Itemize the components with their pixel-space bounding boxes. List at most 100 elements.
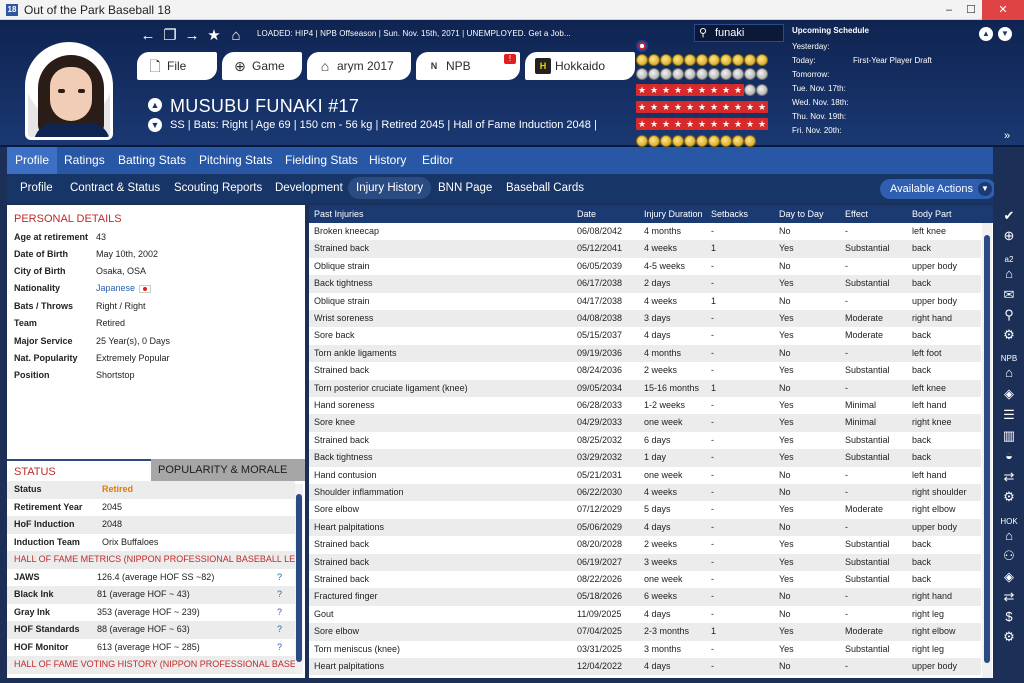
home-icon[interactable]: ⌂: [225, 27, 247, 44]
help-link[interactable]: ?: [277, 572, 282, 582]
gear-icon[interactable]: ⚙: [999, 628, 1019, 646]
gear-icon[interactable]: ⚙: [999, 326, 1019, 344]
col-header-injury[interactable]: Past Injuries: [314, 209, 364, 219]
table-row[interactable]: Strained back 08/24/2036 2 weeks - Yes Substa…: [309, 362, 981, 379]
col-header-effect[interactable]: Effect: [845, 209, 868, 219]
table-row[interactable]: Strained back 08/20/2028 2 weeks - Yes Substa…: [309, 536, 981, 553]
tab-popularity-morale[interactable]: POPULARITY & MORALE: [151, 459, 305, 481]
tab-pitching-stats[interactable]: Pitching Stats: [191, 147, 280, 174]
schedule-down-button[interactable]: ▼: [998, 27, 1012, 41]
star-icon[interactable]: ★: [203, 26, 225, 44]
bar-chart-icon[interactable]: ▥: [999, 427, 1019, 445]
league-button[interactable]: ⌂ arym 2017: [307, 52, 411, 80]
subtab-baseball-cards[interactable]: Baseball Cards: [498, 177, 592, 199]
subtab-development[interactable]: Development: [267, 177, 351, 199]
table-row[interactable]: Strained back 05/12/2041 4 weeks 1 Yes Substa…: [309, 240, 981, 258]
table-scrollbar[interactable]: [982, 223, 992, 678]
help-link[interactable]: ?: [277, 624, 282, 634]
gear-icon[interactable]: ⚙: [999, 488, 1019, 506]
col-header-setbacks[interactable]: Setbacks: [711, 209, 748, 219]
subtab-contract-status[interactable]: Contract & Status: [62, 177, 168, 199]
search-input[interactable]: ⚲ funaki: [694, 24, 784, 42]
subtab-injury-history[interactable]: Injury History: [348, 177, 432, 199]
game-button[interactable]: ⊕ Game: [222, 52, 302, 80]
team-button[interactable]: H Hokkaido Nip...: [525, 52, 635, 80]
col-header-day-to-day[interactable]: Day to Day: [779, 209, 824, 219]
file-button[interactable]: 🗋 File: [137, 52, 217, 80]
game-button-label: Game: [252, 59, 285, 73]
document-icon[interactable]: ☰: [999, 406, 1019, 424]
globe-icon[interactable]: ⊕: [999, 227, 1019, 245]
schedule-up-button[interactable]: ▲: [979, 27, 993, 41]
tab-ratings[interactable]: Ratings: [56, 147, 113, 174]
subtab-profile[interactable]: Profile: [12, 177, 61, 199]
back-arrow-icon[interactable]: ←: [137, 27, 159, 44]
available-actions-dropdown[interactable]: Available Actions ▼: [880, 179, 996, 199]
table-row[interactable]: Strained back 08/25/2032 6 days - Yes Substan…: [309, 432, 981, 449]
table-row[interactable]: Heart palpitations 12/04/2022 4 days - No - up…: [309, 658, 981, 676]
table-row[interactable]: Oblique strain 04/17/2038 4 weeks 1 No - upper…: [309, 293, 981, 310]
prev-player-button[interactable]: ▲: [148, 98, 162, 112]
table-row[interactable]: Torn ankle ligaments 09/19/2036 4 months - N…: [309, 344, 981, 363]
nationality-link[interactable]: Japanese: [96, 283, 152, 293]
table-row[interactable]: Heart palpitations 05/06/2029 4 days - No - up…: [309, 518, 981, 537]
table-row[interactable]: Shoulder inflammation 06/22/2030 4 weeks - N…: [309, 484, 981, 502]
expand-icon[interactable]: »: [1004, 130, 1010, 142]
next-player-button[interactable]: ▼: [148, 118, 162, 132]
subtab-bnn-page[interactable]: BNN Page: [430, 177, 500, 199]
table-row[interactable]: Strained back 06/19/2027 3 weeks - Yes Substa…: [309, 553, 981, 571]
tab-editor[interactable]: Editor: [414, 147, 461, 174]
pages-icon[interactable]: ❐: [159, 26, 181, 44]
table-row[interactable]: Sore knee 04/29/2033 one week - Yes Minimal ri…: [309, 414, 981, 432]
baseball-icon[interactable]: ◒: [999, 447, 1019, 465]
tab-history[interactable]: History: [361, 147, 414, 174]
col-header-duration[interactable]: Injury Duration: [644, 209, 703, 219]
table-row[interactable]: Wrist soreness 04/08/2038 3 days - Yes Modera…: [309, 310, 981, 328]
table-row[interactable]: Strained back 08/22/2026 one week - Yes Subst…: [309, 571, 981, 588]
check-icon[interactable]: ✔: [999, 207, 1019, 225]
table-row[interactable]: Sore elbow 07/12/2029 5 days - Yes Moderate ri…: [309, 501, 981, 518]
help-link[interactable]: ?: [277, 589, 282, 599]
status-scrollbar[interactable]: [295, 484, 303, 674]
help-link[interactable]: ?: [277, 607, 282, 617]
table-row[interactable]: Gout 11/09/2025 4 days - No - right leg: [309, 606, 981, 623]
close-button[interactable]: ✕: [982, 0, 1024, 20]
schedule-day: Wed. Nov. 18th:: [792, 98, 849, 107]
injury-duration: 4 weeks: [644, 243, 678, 254]
table-row[interactable]: Back tightness 06/17/2038 2 days - Yes Substa…: [309, 275, 981, 293]
col-header-body-part[interactable]: Body Part: [912, 209, 952, 219]
transfer-icon[interactable]: ⇄: [999, 588, 1019, 606]
table-row[interactable]: Oblique strain 06/05/2039 4-5 weeks - No - upp…: [309, 258, 981, 275]
table-row[interactable]: Torn posterior cruciate ligament (knee) 0…: [309, 379, 981, 397]
home-icon[interactable]: ⌂: [999, 364, 1019, 382]
transfer-icon[interactable]: ⇄: [999, 468, 1019, 486]
col-header-date[interactable]: Date: [577, 209, 596, 219]
shield-icon[interactable]: ◈: [999, 385, 1019, 403]
home-icon[interactable]: ⌂: [999, 527, 1019, 545]
table-row[interactable]: Sore back 05/15/2037 4 days - Yes Moderate bac…: [309, 327, 981, 344]
forward-arrow-icon[interactable]: →: [181, 27, 203, 44]
help-link[interactable]: ?: [277, 642, 282, 652]
table-row[interactable]: Fractured finger 05/18/2026 6 weeks - No - rig…: [309, 588, 981, 606]
minimize-button[interactable]: –: [938, 0, 960, 20]
table-row[interactable]: Torn meniscus (knee) 03/31/2025 3 months - Y…: [309, 641, 981, 658]
dollar-icon[interactable]: $: [999, 608, 1019, 626]
schedule-event[interactable]: First-Year Player Draft: [853, 56, 932, 65]
table-row[interactable]: Hand contusion 05/21/2031 one week - No - left…: [309, 467, 981, 484]
npb-button[interactable]: N NPB !: [416, 52, 520, 80]
tab-status[interactable]: STATUS: [7, 459, 151, 481]
tab-batting-stats[interactable]: Batting Stats: [110, 147, 194, 174]
table-row[interactable]: Sore elbow 07/04/2025 2-3 months 1 Yes Modera…: [309, 623, 981, 641]
tab-fielding-stats[interactable]: Fielding Stats: [277, 147, 366, 174]
search-icon[interactable]: ⚲: [999, 306, 1019, 324]
home-icon[interactable]: ⌂: [999, 265, 1019, 283]
table-row[interactable]: Back tightness 03/29/2032 1 day - Yes Substan…: [309, 449, 981, 467]
table-row[interactable]: Broken kneecap 06/08/2042 4 months - No - left…: [309, 223, 981, 240]
shield-icon[interactable]: ◈: [999, 568, 1019, 586]
table-row[interactable]: Hand soreness 06/28/2033 1-2 weeks - Yes Mini…: [309, 397, 981, 414]
people-icon[interactable]: ⚇: [999, 547, 1019, 565]
mail-icon[interactable]: ✉: [999, 286, 1019, 304]
tab-profile[interactable]: Profile: [7, 147, 58, 174]
maximize-button[interactable]: ☐: [960, 0, 982, 20]
subtab-scouting-reports[interactable]: Scouting Reports: [166, 177, 270, 199]
